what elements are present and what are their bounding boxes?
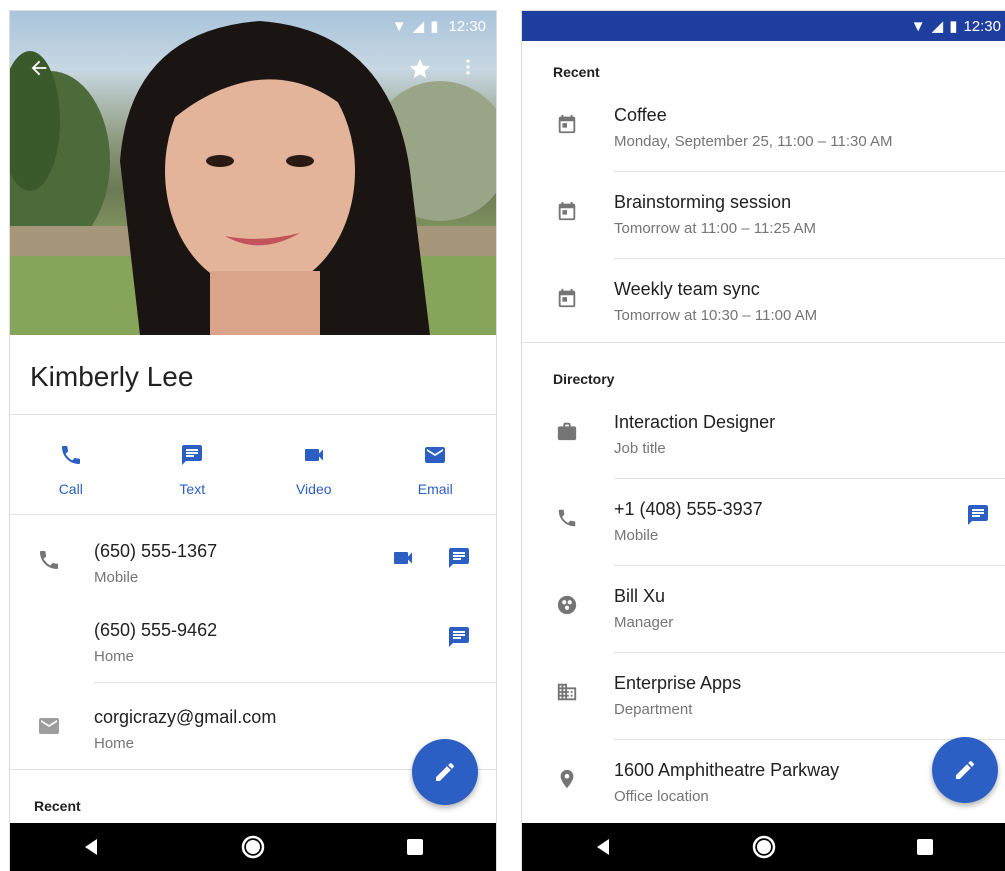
department-name: Enterprise Apps bbox=[614, 673, 742, 693]
divider bbox=[522, 342, 1005, 343]
email-address: corgicrazy@gmail.com bbox=[94, 707, 277, 727]
battery-icon: ▮ bbox=[430, 18, 439, 35]
job-title-label: Job title bbox=[614, 440, 666, 457]
video-label: Video bbox=[295, 481, 332, 497]
star-icon[interactable] bbox=[408, 57, 436, 85]
recents-icon[interactable] bbox=[910, 832, 940, 862]
calendar-icon bbox=[554, 111, 580, 137]
edit-fab[interactable] bbox=[412, 739, 478, 805]
directory-item[interactable]: Enterprise Apps Department bbox=[522, 653, 1005, 740]
call-label: Call bbox=[58, 481, 83, 497]
building-icon bbox=[554, 679, 580, 705]
contact-name: Kimberly Lee bbox=[30, 361, 194, 392]
video-icon[interactable] bbox=[390, 545, 416, 571]
status-bar: ▼ ◢ ▮ 12:30 bbox=[522, 11, 1005, 41]
video-action[interactable]: Video bbox=[253, 441, 375, 497]
phone-number: (650) 555-9462 bbox=[94, 620, 218, 640]
wifi-icon: ▼ bbox=[910, 17, 926, 35]
phone-type: Mobile bbox=[94, 569, 139, 586]
text-label: Text bbox=[179, 481, 206, 497]
text-action[interactable]: Text bbox=[132, 441, 254, 497]
phone-type: Home bbox=[94, 648, 135, 665]
system-nav-bar bbox=[10, 823, 496, 871]
email-icon bbox=[36, 713, 62, 739]
directory-item[interactable]: Interaction Designer Job title bbox=[522, 392, 1005, 479]
recents-icon[interactable] bbox=[400, 832, 430, 862]
office-label: Office location bbox=[614, 788, 709, 805]
back-arrow-icon[interactable] bbox=[28, 57, 56, 85]
phone-number: +1 (408) 555-3937 bbox=[614, 499, 763, 519]
directory-item[interactable]: Bill Xu Manager bbox=[522, 566, 1005, 653]
home-icon[interactable] bbox=[238, 832, 268, 862]
contact-photo: ▼ ◢ ▮ 12:30 bbox=[10, 11, 496, 335]
calendar-icon bbox=[554, 198, 580, 224]
signal-icon: ◢ bbox=[931, 18, 944, 35]
call-action[interactable]: Call bbox=[10, 441, 132, 497]
divider bbox=[94, 682, 496, 683]
email-icon bbox=[421, 441, 449, 469]
signal-icon: ◢ bbox=[412, 18, 425, 35]
manager-label: Manager bbox=[614, 614, 674, 631]
phone-row-mobile[interactable]: (650) 555-1367 Mobile bbox=[10, 533, 496, 613]
office-address: 1600 Amphitheatre Parkway bbox=[614, 760, 840, 780]
briefcase-icon bbox=[554, 418, 580, 444]
message-icon[interactable] bbox=[446, 624, 472, 650]
event-time: Tomorrow at 10:30 – 11:00 AM bbox=[614, 307, 818, 324]
email-type: Home bbox=[94, 735, 135, 752]
manager-name: Bill Xu bbox=[614, 586, 666, 606]
more-vert-icon[interactable] bbox=[458, 57, 486, 85]
location-icon bbox=[554, 766, 580, 792]
edit-icon bbox=[956, 761, 974, 779]
recent-item[interactable]: Brainstorming session Tomorrow at 11:00 … bbox=[522, 172, 1005, 259]
directory-item[interactable]: 1600 Amphitheatre Parkway Office locatio… bbox=[522, 740, 1005, 827]
message-icon[interactable] bbox=[446, 545, 472, 571]
wifi-icon: ▼ bbox=[391, 17, 407, 35]
status-bar: ▼ ◢ ▮ 12:30 bbox=[10, 11, 496, 41]
event-title: Coffee bbox=[614, 105, 667, 125]
phone-icon bbox=[36, 547, 62, 573]
clock: 12:30 bbox=[448, 17, 486, 35]
clock: 12:30 bbox=[963, 17, 1001, 35]
edit-fab[interactable] bbox=[932, 737, 998, 803]
back-icon[interactable] bbox=[588, 832, 618, 862]
directory-heading: Directory bbox=[553, 371, 615, 387]
recent-item[interactable]: Coffee Monday, September 25, 11:00 – 11:… bbox=[522, 85, 1005, 172]
calendar-icon bbox=[554, 285, 580, 311]
email-action[interactable]: Email bbox=[375, 441, 497, 497]
event-time: Monday, September 25, 11:00 – 11:30 AM bbox=[614, 133, 893, 150]
home-icon[interactable] bbox=[749, 832, 779, 862]
back-icon[interactable] bbox=[76, 832, 106, 862]
recent-heading: Recent bbox=[553, 64, 600, 80]
contact-detail-scrolled-screen: ▼ ◢ ▮ 12:30 Recent Coffee Monday, Septem… bbox=[521, 10, 1005, 871]
phone-type: Mobile bbox=[614, 527, 659, 544]
phone-number: (650) 555-1367 bbox=[94, 541, 218, 561]
directory-item[interactable]: +1 (408) 555-3937 Mobile bbox=[522, 479, 1005, 566]
contact-detail-screen: ▼ ◢ ▮ 12:30 Kimberly Lee Call Text Video… bbox=[9, 10, 497, 871]
edit-icon bbox=[436, 763, 454, 781]
people-icon bbox=[554, 592, 580, 618]
email-label: Email bbox=[417, 481, 453, 497]
quick-actions: Call Text Video Email bbox=[10, 441, 496, 497]
divider bbox=[10, 514, 496, 515]
phone-icon bbox=[57, 441, 85, 469]
system-nav-bar bbox=[522, 823, 1005, 871]
message-icon[interactable] bbox=[966, 503, 992, 529]
event-time: Tomorrow at 11:00 – 11:25 AM bbox=[614, 220, 817, 237]
phone-icon bbox=[554, 505, 580, 531]
recent-heading: Recent bbox=[34, 798, 81, 814]
event-title: Weekly team sync bbox=[614, 279, 760, 299]
job-title: Interaction Designer bbox=[614, 412, 776, 432]
battery-icon: ▮ bbox=[949, 18, 958, 35]
divider bbox=[10, 414, 496, 415]
recent-item[interactable]: Weekly team sync Tomorrow at 10:30 – 11:… bbox=[522, 259, 1005, 346]
event-title: Brainstorming session bbox=[614, 192, 792, 212]
phone-row-home[interactable]: (650) 555-9462 Home bbox=[10, 612, 496, 692]
department-label: Department bbox=[614, 701, 693, 718]
video-icon bbox=[300, 441, 328, 469]
message-icon bbox=[178, 441, 206, 469]
